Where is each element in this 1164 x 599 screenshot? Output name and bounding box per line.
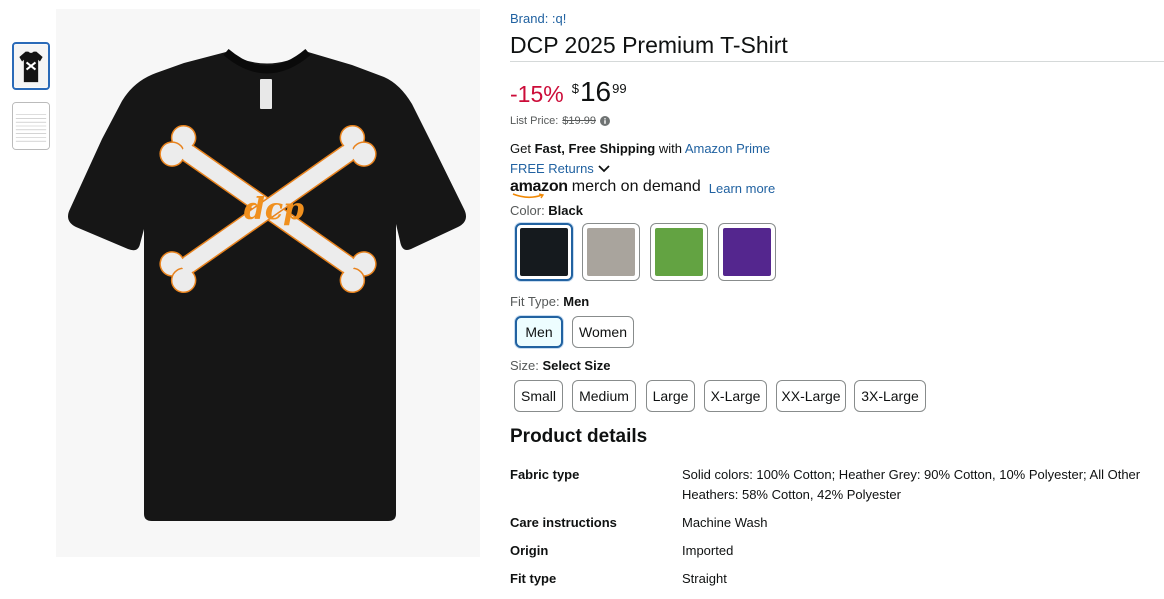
color-swatch-heather-grey-fill: [587, 228, 635, 276]
free-returns-link[interactable]: FREE Returns: [510, 161, 610, 176]
price-fraction: 99: [612, 81, 627, 96]
amazon-prime-link[interactable]: Amazon Prime: [685, 141, 770, 156]
title-divider: [510, 61, 1164, 62]
list-price-label: List Price:: [510, 115, 559, 127]
shirt-logo-text: dcp: [244, 192, 304, 227]
learn-more-link[interactable]: Learn more: [709, 181, 775, 196]
color-selected-value: Black: [548, 203, 583, 218]
shipping-with: with: [655, 141, 685, 156]
fit-option-men[interactable]: Men: [515, 316, 563, 348]
size-chart-thumbnail-image: [13, 103, 49, 149]
tshirt-illustration: dcp: [68, 48, 466, 521]
color-swatch-purple[interactable]: [718, 223, 776, 281]
price-whole: 16: [579, 76, 612, 107]
product-main-image: dcp: [56, 9, 480, 557]
price-symbol: $: [571, 81, 579, 96]
amazon-smile-icon: [512, 193, 545, 199]
size-option-medium[interactable]: Medium: [572, 380, 636, 412]
shipping-get: Get: [510, 141, 535, 156]
product-detail-key: Origin: [510, 543, 549, 558]
list-price-value: $19.99: [562, 115, 596, 127]
product-detail-value: Straight: [682, 571, 727, 586]
fit-type-label: Fit Type: Men: [510, 294, 589, 309]
size-option-x-large[interactable]: X-Large: [704, 380, 767, 412]
list-price: List Price: $19.99: [510, 115, 610, 127]
color-swatch-green-fill: [655, 228, 703, 276]
color-swatch-black[interactable]: [515, 223, 573, 281]
thumbnail-size-chart[interactable]: [12, 102, 50, 150]
size-option-xx-large[interactable]: XX-Large: [776, 380, 846, 412]
product-title: DCP 2025 Premium T-Shirt: [510, 32, 788, 58]
size-selected-value: Select Size: [542, 358, 611, 373]
free-returns-label: FREE Returns: [510, 161, 594, 176]
size-option-small[interactable]: Small: [514, 380, 563, 412]
size-label: Size: Select Size: [510, 358, 610, 373]
product-detail-row: Care instructions Machine Wash: [510, 513, 1164, 533]
product-detail-key: Fit type: [510, 571, 557, 586]
size-label-text: Size:: [510, 358, 543, 373]
amazon-logo: amazon: [510, 178, 568, 199]
product-detail-value: Imported: [682, 543, 734, 558]
fit-option-women[interactable]: Women: [572, 316, 634, 348]
color-label-text: Color:: [510, 203, 549, 218]
product-detail-value: Machine Wash: [682, 515, 768, 530]
shirt-thumbnail-image: [14, 44, 48, 88]
product-details-heading: Product details: [510, 426, 648, 447]
discount-percentage: -15%: [510, 81, 564, 107]
product-detail-key: Fabric type: [510, 467, 580, 482]
product-detail-row: Fabric type Solid colors: 100% Cotton; H…: [510, 465, 1164, 505]
size-option-large[interactable]: Large: [646, 380, 695, 412]
brand-link[interactable]: Brand: :q!: [510, 11, 566, 26]
merch-on-demand-text: merch on demand: [571, 178, 701, 195]
shipping-info: Get Fast, Free Shipping with Amazon Prim…: [510, 141, 770, 156]
price-block: -15% $ 16 99: [510, 76, 627, 108]
fit-type-label-text: Fit Type:: [510, 294, 564, 309]
product-detail-key: Care instructions: [510, 515, 617, 530]
color-swatch-green[interactable]: [650, 223, 708, 281]
fit-type-selected-value: Men: [563, 294, 590, 309]
thumbnail-shirt[interactable]: [12, 42, 50, 90]
info-icon[interactable]: [599, 116, 610, 126]
color-label: Color: Black: [510, 203, 583, 218]
chevron-down-icon: [598, 164, 610, 172]
product-detail-row: Fit type Straight: [510, 569, 1164, 589]
product-detail-row: Origin Imported: [510, 541, 1164, 561]
size-option-3x-large[interactable]: 3X-Large: [854, 380, 926, 412]
color-swatch-purple-fill: [723, 228, 771, 276]
product-detail-value: Solid colors: 100% Cotton; Heather Grey:…: [682, 467, 1141, 502]
merch-on-demand-banner: amazon merch on demand Learn more: [510, 178, 775, 199]
color-swatch-black-fill: [520, 228, 568, 276]
price: $ 16 99: [572, 76, 627, 108]
color-swatch-heather-grey[interactable]: [582, 223, 640, 281]
shipping-fast-free: Fast, Free Shipping: [534, 141, 656, 156]
